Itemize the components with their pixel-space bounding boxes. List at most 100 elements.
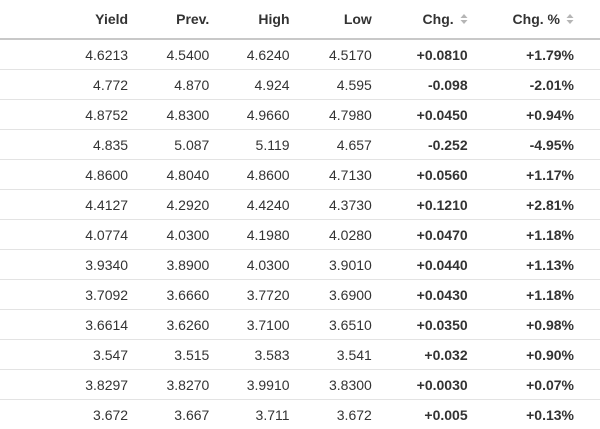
column-header-prev[interactable]: Prev. [152, 0, 233, 39]
cell-chg: +0.0430 [396, 280, 492, 310]
cell-yield: 3.6614 [0, 310, 152, 340]
cell-yield: 4.835 [0, 130, 152, 160]
cell-chg-pct: +1.18% [492, 220, 600, 250]
column-header-label: Prev. [176, 11, 209, 27]
cell-chg: +0.0470 [396, 220, 492, 250]
cell-yield: 4.6213 [0, 39, 152, 70]
table-body: 4.62134.54004.62404.5170+0.0810+1.79%4.7… [0, 39, 600, 429]
cell-chg-pct: +1.17% [492, 160, 600, 190]
cell-prev: 4.8300 [152, 100, 233, 130]
cell-prev: 3.8900 [152, 250, 233, 280]
cell-prev: 4.0300 [152, 220, 233, 250]
column-header-low[interactable]: Low [314, 0, 396, 39]
cell-high: 4.1980 [233, 220, 313, 250]
cell-high: 4.6240 [233, 39, 313, 70]
column-header-label: Chg. % [513, 11, 560, 27]
cell-low: 4.595 [314, 70, 396, 100]
cell-chg-pct: +1.13% [492, 250, 600, 280]
cell-yield: 3.547 [0, 340, 152, 370]
cell-high: 4.924 [233, 70, 313, 100]
cell-prev: 4.8040 [152, 160, 233, 190]
cell-prev: 3.8270 [152, 370, 233, 400]
cell-low: 4.5170 [314, 39, 396, 70]
cell-chg: -0.252 [396, 130, 492, 160]
sort-icon[interactable] [566, 14, 574, 24]
column-header-yield[interactable]: Yield [0, 0, 152, 39]
cell-prev: 3.515 [152, 340, 233, 370]
table-row[interactable]: 4.8355.0875.1194.657-0.252-4.95% [0, 130, 600, 160]
column-header-chg[interactable]: Chg. [396, 0, 492, 39]
cell-low: 3.541 [314, 340, 396, 370]
cell-high: 3.711 [233, 400, 313, 429]
cell-yield: 4.8752 [0, 100, 152, 130]
cell-chg: +0.0810 [396, 39, 492, 70]
cell-chg: +0.0450 [396, 100, 492, 130]
cell-chg-pct: +0.98% [492, 310, 600, 340]
cell-yield: 4.0774 [0, 220, 152, 250]
cell-chg-pct: +1.18% [492, 280, 600, 310]
cell-high: 4.9660 [233, 100, 313, 130]
table-row[interactable]: 4.7724.8704.9244.595-0.098-2.01% [0, 70, 600, 100]
table-row[interactable]: 3.66143.62603.71003.6510+0.0350+0.98% [0, 310, 600, 340]
cell-prev: 4.870 [152, 70, 233, 100]
column-header-chg-pct[interactable]: Chg. % [492, 0, 600, 39]
cell-yield: 4.772 [0, 70, 152, 100]
cell-high: 3.7100 [233, 310, 313, 340]
cell-chg: +0.0030 [396, 370, 492, 400]
column-header-label: Yield [95, 11, 128, 27]
cell-high: 3.7720 [233, 280, 313, 310]
cell-low: 4.7130 [314, 160, 396, 190]
cell-chg: +0.0440 [396, 250, 492, 280]
cell-prev: 4.5400 [152, 39, 233, 70]
column-header-label: Low [344, 11, 372, 27]
table-header: Yield Prev. High Low Chg. Chg. % [0, 0, 600, 39]
table-row[interactable]: 3.5473.5153.5833.541+0.032+0.90% [0, 340, 600, 370]
cell-chg-pct: +0.94% [492, 100, 600, 130]
column-header-label: High [258, 11, 289, 27]
cell-chg: +0.032 [396, 340, 492, 370]
cell-chg-pct: +1.79% [492, 39, 600, 70]
cell-low: 4.3730 [314, 190, 396, 220]
table-row[interactable]: 4.41274.29204.42404.3730+0.1210+2.81% [0, 190, 600, 220]
cell-low: 3.672 [314, 400, 396, 429]
cell-chg-pct: +0.90% [492, 340, 600, 370]
table-row[interactable]: 4.87524.83004.96604.7980+0.0450+0.94% [0, 100, 600, 130]
cell-yield: 3.672 [0, 400, 152, 429]
table-row[interactable]: 4.62134.54004.62404.5170+0.0810+1.79% [0, 39, 600, 70]
cell-low: 3.6900 [314, 280, 396, 310]
bond-yields-table: Yield Prev. High Low Chg. Chg. % 4.62134… [0, 0, 600, 429]
cell-high: 4.4240 [233, 190, 313, 220]
cell-prev: 5.087 [152, 130, 233, 160]
table-row[interactable]: 3.6723.6673.7113.672+0.005+0.13% [0, 400, 600, 429]
cell-yield: 4.8600 [0, 160, 152, 190]
cell-chg: +0.0350 [396, 310, 492, 340]
cell-chg-pct: +0.13% [492, 400, 600, 429]
cell-low: 3.8300 [314, 370, 396, 400]
cell-high: 4.8600 [233, 160, 313, 190]
table-row[interactable]: 3.70923.66603.77203.6900+0.0430+1.18% [0, 280, 600, 310]
cell-chg: +0.005 [396, 400, 492, 429]
cell-low: 4.0280 [314, 220, 396, 250]
table-row[interactable]: 3.93403.89004.03003.9010+0.0440+1.13% [0, 250, 600, 280]
column-header-label: Chg. [423, 11, 454, 27]
cell-prev: 3.6260 [152, 310, 233, 340]
cell-high: 4.0300 [233, 250, 313, 280]
cell-high: 3.9910 [233, 370, 313, 400]
cell-yield: 4.4127 [0, 190, 152, 220]
sort-icon[interactable] [460, 14, 468, 24]
column-header-high[interactable]: High [233, 0, 313, 39]
cell-low: 3.6510 [314, 310, 396, 340]
table-row[interactable]: 3.82973.82703.99103.8300+0.0030+0.07% [0, 370, 600, 400]
table-row[interactable]: 4.86004.80404.86004.7130+0.0560+1.17% [0, 160, 600, 190]
cell-prev: 3.6660 [152, 280, 233, 310]
header-row: Yield Prev. High Low Chg. Chg. % [0, 0, 600, 39]
cell-low: 4.7980 [314, 100, 396, 130]
cell-chg: +0.0560 [396, 160, 492, 190]
cell-prev: 3.667 [152, 400, 233, 429]
cell-chg-pct: +0.07% [492, 370, 600, 400]
cell-chg-pct: +2.81% [492, 190, 600, 220]
cell-chg: -0.098 [396, 70, 492, 100]
cell-yield: 3.8297 [0, 370, 152, 400]
table-row[interactable]: 4.07744.03004.19804.0280+0.0470+1.18% [0, 220, 600, 250]
cell-yield: 3.7092 [0, 280, 152, 310]
